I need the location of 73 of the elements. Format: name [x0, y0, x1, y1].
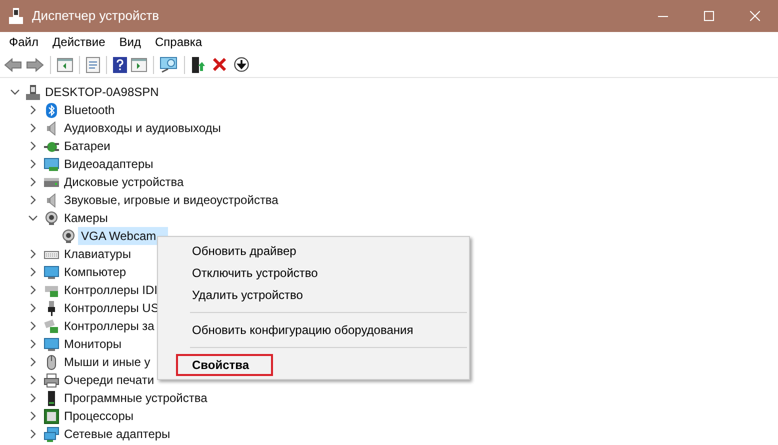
- menu-item[interactable]: Вид: [112, 32, 148, 52]
- forward-arrow-icon[interactable]: [26, 58, 44, 72]
- controller-card-icon: [44, 318, 59, 334]
- tree-item[interactable]: Сетевые адаптеры: [61, 425, 174, 443]
- collapse-chevron-icon[interactable]: [10, 87, 20, 97]
- collapse-chevron-icon[interactable]: [28, 213, 38, 223]
- delete-icon[interactable]: [213, 58, 226, 71]
- tree-item[interactable]: Bluetooth: [61, 101, 118, 119]
- help-icon[interactable]: [113, 56, 127, 72]
- tree-item[interactable]: Аудиовходы и аудиовыходы: [61, 119, 224, 137]
- menu-item[interactable]: Справка: [148, 32, 210, 52]
- menu-item[interactable]: Обновить драйвер: [176, 240, 296, 262]
- mouse-icon: [44, 354, 59, 370]
- expand-chevron-icon[interactable]: [28, 141, 38, 151]
- expand-chevron-icon[interactable]: [28, 411, 38, 421]
- network-icon: [44, 426, 59, 442]
- tree-item[interactable]: Программные устройства: [61, 389, 210, 407]
- download-icon[interactable]: [234, 57, 249, 72]
- tree-item[interactable]: Процессоры: [61, 407, 136, 425]
- maximize-icon: [704, 11, 714, 21]
- tree-item[interactable]: Клавиатуры: [61, 245, 134, 263]
- tree-item[interactable]: Очереди печати: [61, 371, 158, 389]
- tree-item[interactable]: Видеоадаптеры: [61, 155, 156, 173]
- tree-item[interactable]: Звуковые, игровые и видеоустройства: [61, 191, 282, 209]
- bluetooth-icon: [44, 102, 59, 118]
- expand-chevron-icon[interactable]: [28, 303, 38, 313]
- monitor-scan-icon[interactable]: [160, 56, 178, 72]
- tree-item[interactable]: Мониторы: [61, 335, 124, 353]
- tree-item[interactable]: Камеры: [61, 209, 111, 227]
- tree-item[interactable]: Дисковые устройства: [61, 173, 187, 191]
- menu-item[interactable]: Удалить устройство: [176, 284, 303, 306]
- display-adapter-icon: [44, 156, 59, 172]
- expand-chevron-icon[interactable]: [28, 339, 38, 349]
- expand-chevron-icon[interactable]: [28, 105, 38, 115]
- window-title: Диспетчер устройств: [32, 7, 160, 26]
- expand-chevron-icon[interactable]: [28, 267, 38, 277]
- expand-chevron-icon[interactable]: [28, 195, 38, 205]
- expand-chevron-icon[interactable]: [28, 249, 38, 259]
- processor-icon: [44, 408, 59, 424]
- window-icon[interactable]: [57, 58, 73, 72]
- expand-chevron-icon[interactable]: [28, 159, 38, 169]
- webcam-icon: [61, 228, 76, 244]
- expand-chevron-icon[interactable]: [28, 429, 38, 439]
- app-icon: [9, 8, 23, 24]
- webcam-icon: [44, 210, 59, 226]
- tree-item[interactable]: VGA Webcam: [78, 227, 168, 245]
- printer-icon: [44, 372, 59, 388]
- expand-chevron-icon[interactable]: [28, 123, 38, 133]
- tree-item[interactable]: Компьютер: [61, 263, 130, 281]
- document-icon[interactable]: [86, 56, 100, 72]
- menu-item[interactable]: Файл: [2, 32, 46, 52]
- tree-item[interactable]: DESKTOP-0A98SPN: [42, 83, 162, 101]
- monitor-icon: [44, 336, 59, 352]
- tree-item[interactable]: Батареи: [61, 137, 114, 155]
- menu-item[interactable]: Отключить устройство: [176, 262, 318, 284]
- tree-item[interactable]: Контроллеры IDI: [61, 281, 161, 299]
- close-icon: [750, 11, 760, 21]
- expand-chevron-icon[interactable]: [28, 393, 38, 403]
- expand-chevron-icon[interactable]: [28, 177, 38, 187]
- tree-item[interactable]: Мыши и иные у: [61, 353, 154, 371]
- expand-chevron-icon[interactable]: [28, 375, 38, 385]
- expand-chevron-icon[interactable]: [28, 357, 38, 367]
- tree-item[interactable]: Контроллеры за: [61, 317, 158, 335]
- menu-item[interactable]: Свойства: [176, 354, 274, 376]
- expand-chevron-icon[interactable]: [28, 285, 38, 295]
- window-icon[interactable]: [131, 58, 147, 72]
- back-arrow-icon[interactable]: [4, 58, 22, 72]
- menu-item[interactable]: Обновить конфигурацию оборудования: [176, 319, 414, 341]
- expand-chevron-icon[interactable]: [28, 321, 38, 331]
- menu-item[interactable]: Действие: [46, 32, 112, 52]
- computer-icon: [26, 84, 40, 100]
- add-driver-icon[interactable]: [191, 56, 205, 72]
- monitor-icon: [44, 264, 59, 280]
